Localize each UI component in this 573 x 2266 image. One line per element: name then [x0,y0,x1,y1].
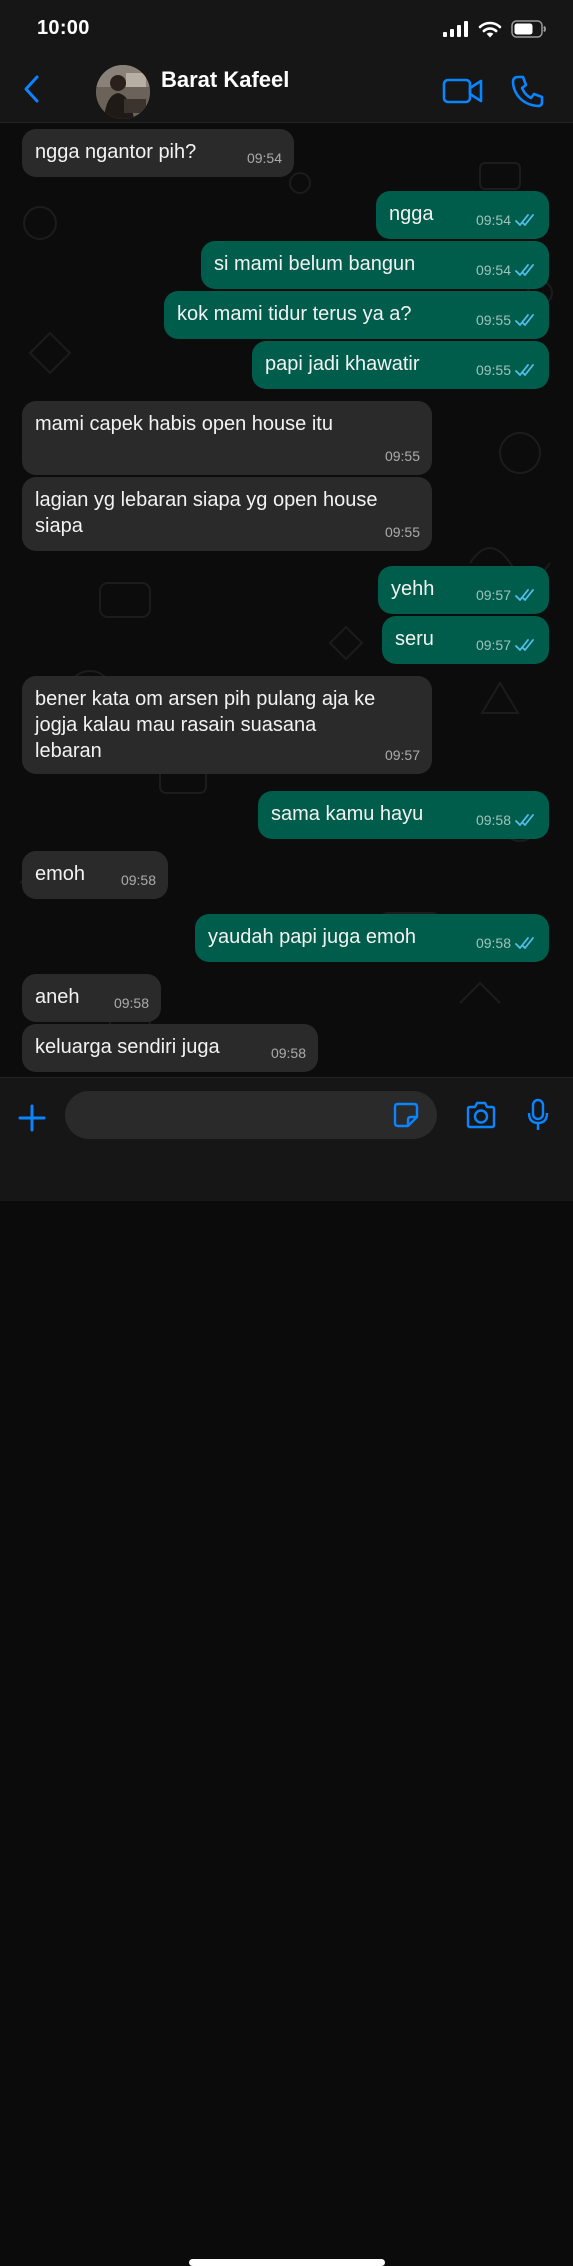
double-check-icon [515,814,534,826]
message-meta: 09:57 [476,582,537,608]
status-icons [443,20,547,38]
composer-bar [0,1077,573,2266]
outgoing-message[interactable]: ngga 09:54 [376,191,549,239]
message-text: sama kamu hayu [271,803,424,825]
back-chevron-icon[interactable] [20,74,44,104]
message-text: keluarga sendiri juga [35,1036,220,1058]
double-check-icon [515,364,534,376]
message-meta: 09:57 [385,742,420,768]
message-text: aneh [35,986,80,1008]
message-meta: 09:55 [385,443,420,469]
message-text: bener kata om arsen pih pulang aja ke jo… [35,688,376,762]
incoming-message[interactable]: bener kata om arsen pih pulang aja ke jo… [22,676,432,774]
outgoing-message[interactable]: si mami belum bangun 09:54 [201,241,549,289]
wifi-icon [478,21,502,37]
video-call-icon[interactable] [442,76,484,106]
message-input[interactable] [65,1091,437,1139]
outgoing-message[interactable]: yaudah papi juga emoh 09:58 [195,914,549,962]
message-time: 09:54 [475,262,511,278]
camera-icon[interactable] [465,1101,497,1129]
message-time: 09:57 [475,587,511,603]
message-meta: 09:58 [114,990,149,1016]
message-time: 09:58 [475,812,511,828]
message-time: 09:58 [270,1045,306,1061]
double-check-icon [515,937,534,949]
message-meta: 09:55 [476,357,537,383]
message-time: 09:55 [475,362,511,378]
status-bar: 10:00 [0,0,573,56]
message-time: 09:55 [475,312,511,328]
message-meta: 09:58 [271,1040,306,1066]
message-meta: 09:55 [385,519,420,545]
message-text: yaudah papi juga emoh [208,926,416,948]
message-text: emoh [35,863,86,885]
incoming-message[interactable]: ngga ngantor pih? 09:54 [22,129,294,177]
home-indicator[interactable] [189,2259,385,2266]
incoming-message[interactable]: lagian yg lebaran siapa yg open house si… [22,477,432,551]
sticker-icon[interactable] [393,1102,419,1128]
message-time: 09:55 [384,524,420,540]
double-check-icon [515,214,534,226]
message-text: si mami belum bangun [214,253,416,275]
double-check-icon [515,314,534,326]
message-text: ngga [389,203,434,225]
phone-call-icon[interactable] [511,74,545,108]
message-text: kok mami tidur terus ya a? [177,303,412,325]
microphone-icon[interactable] [526,1098,550,1132]
battery-icon [511,20,546,38]
message-time: 09:57 [475,637,511,653]
incoming-message[interactable]: emoh 09:58 [22,851,168,899]
outgoing-message[interactable]: sama kamu hayu 09:58 [258,791,549,839]
double-check-icon [515,639,534,651]
chat-area[interactable]: ngga ngantor pih? 09:54 ngga 09:54 si mami b… [0,123,573,1076]
message-time: 09:58 [475,935,511,951]
message-meta: 09:58 [476,807,537,833]
outgoing-message[interactable]: papi jadi khawatir 09:55 [252,341,549,389]
message-meta: 09:58 [121,867,156,893]
message-time: 09:58 [113,995,149,1011]
message-text: papi jadi khawatir [265,353,420,375]
message-meta: 09:58 [476,930,537,956]
message-meta: 09:55 [476,307,537,333]
message-meta: 09:54 [247,145,282,171]
message-time: 09:54 [475,212,511,228]
message-time: 09:55 [384,448,420,464]
double-check-icon [515,589,534,601]
incoming-message[interactable]: mami capek habis open house itu 09:55 [22,401,432,475]
contact-name[interactable]: Barat Kafeel [161,67,289,93]
message-time: 09:57 [384,747,420,763]
message-time: 09:58 [120,872,156,888]
incoming-message[interactable]: aneh 09:58 [22,974,161,1022]
message-text: ngga ngantor pih? [35,141,197,163]
message-time: 09:54 [246,150,282,166]
chat-header: Barat Kafeel [0,56,573,123]
contact-avatar[interactable] [96,65,150,119]
outgoing-message[interactable]: seru 09:57 [382,616,549,664]
message-text: yehh [391,578,435,600]
plus-icon[interactable] [17,1103,47,1133]
message-text: mami capek habis open house itu [35,413,333,435]
outgoing-message[interactable]: kok mami tidur terus ya a? 09:55 [164,291,549,339]
message-meta: 09:54 [476,207,537,233]
signal-icon [443,21,468,37]
message-meta: 09:57 [476,632,537,658]
message-text: lagian yg lebaran siapa yg open house si… [35,489,378,537]
outgoing-message[interactable]: yehh 09:57 [378,566,549,614]
incoming-message[interactable]: keluarga sendiri juga 09:58 [22,1024,318,1072]
status-time: 10:00 [37,17,90,39]
message-text: seru [395,628,434,650]
double-check-icon [515,264,534,276]
message-meta: 09:54 [476,257,537,283]
